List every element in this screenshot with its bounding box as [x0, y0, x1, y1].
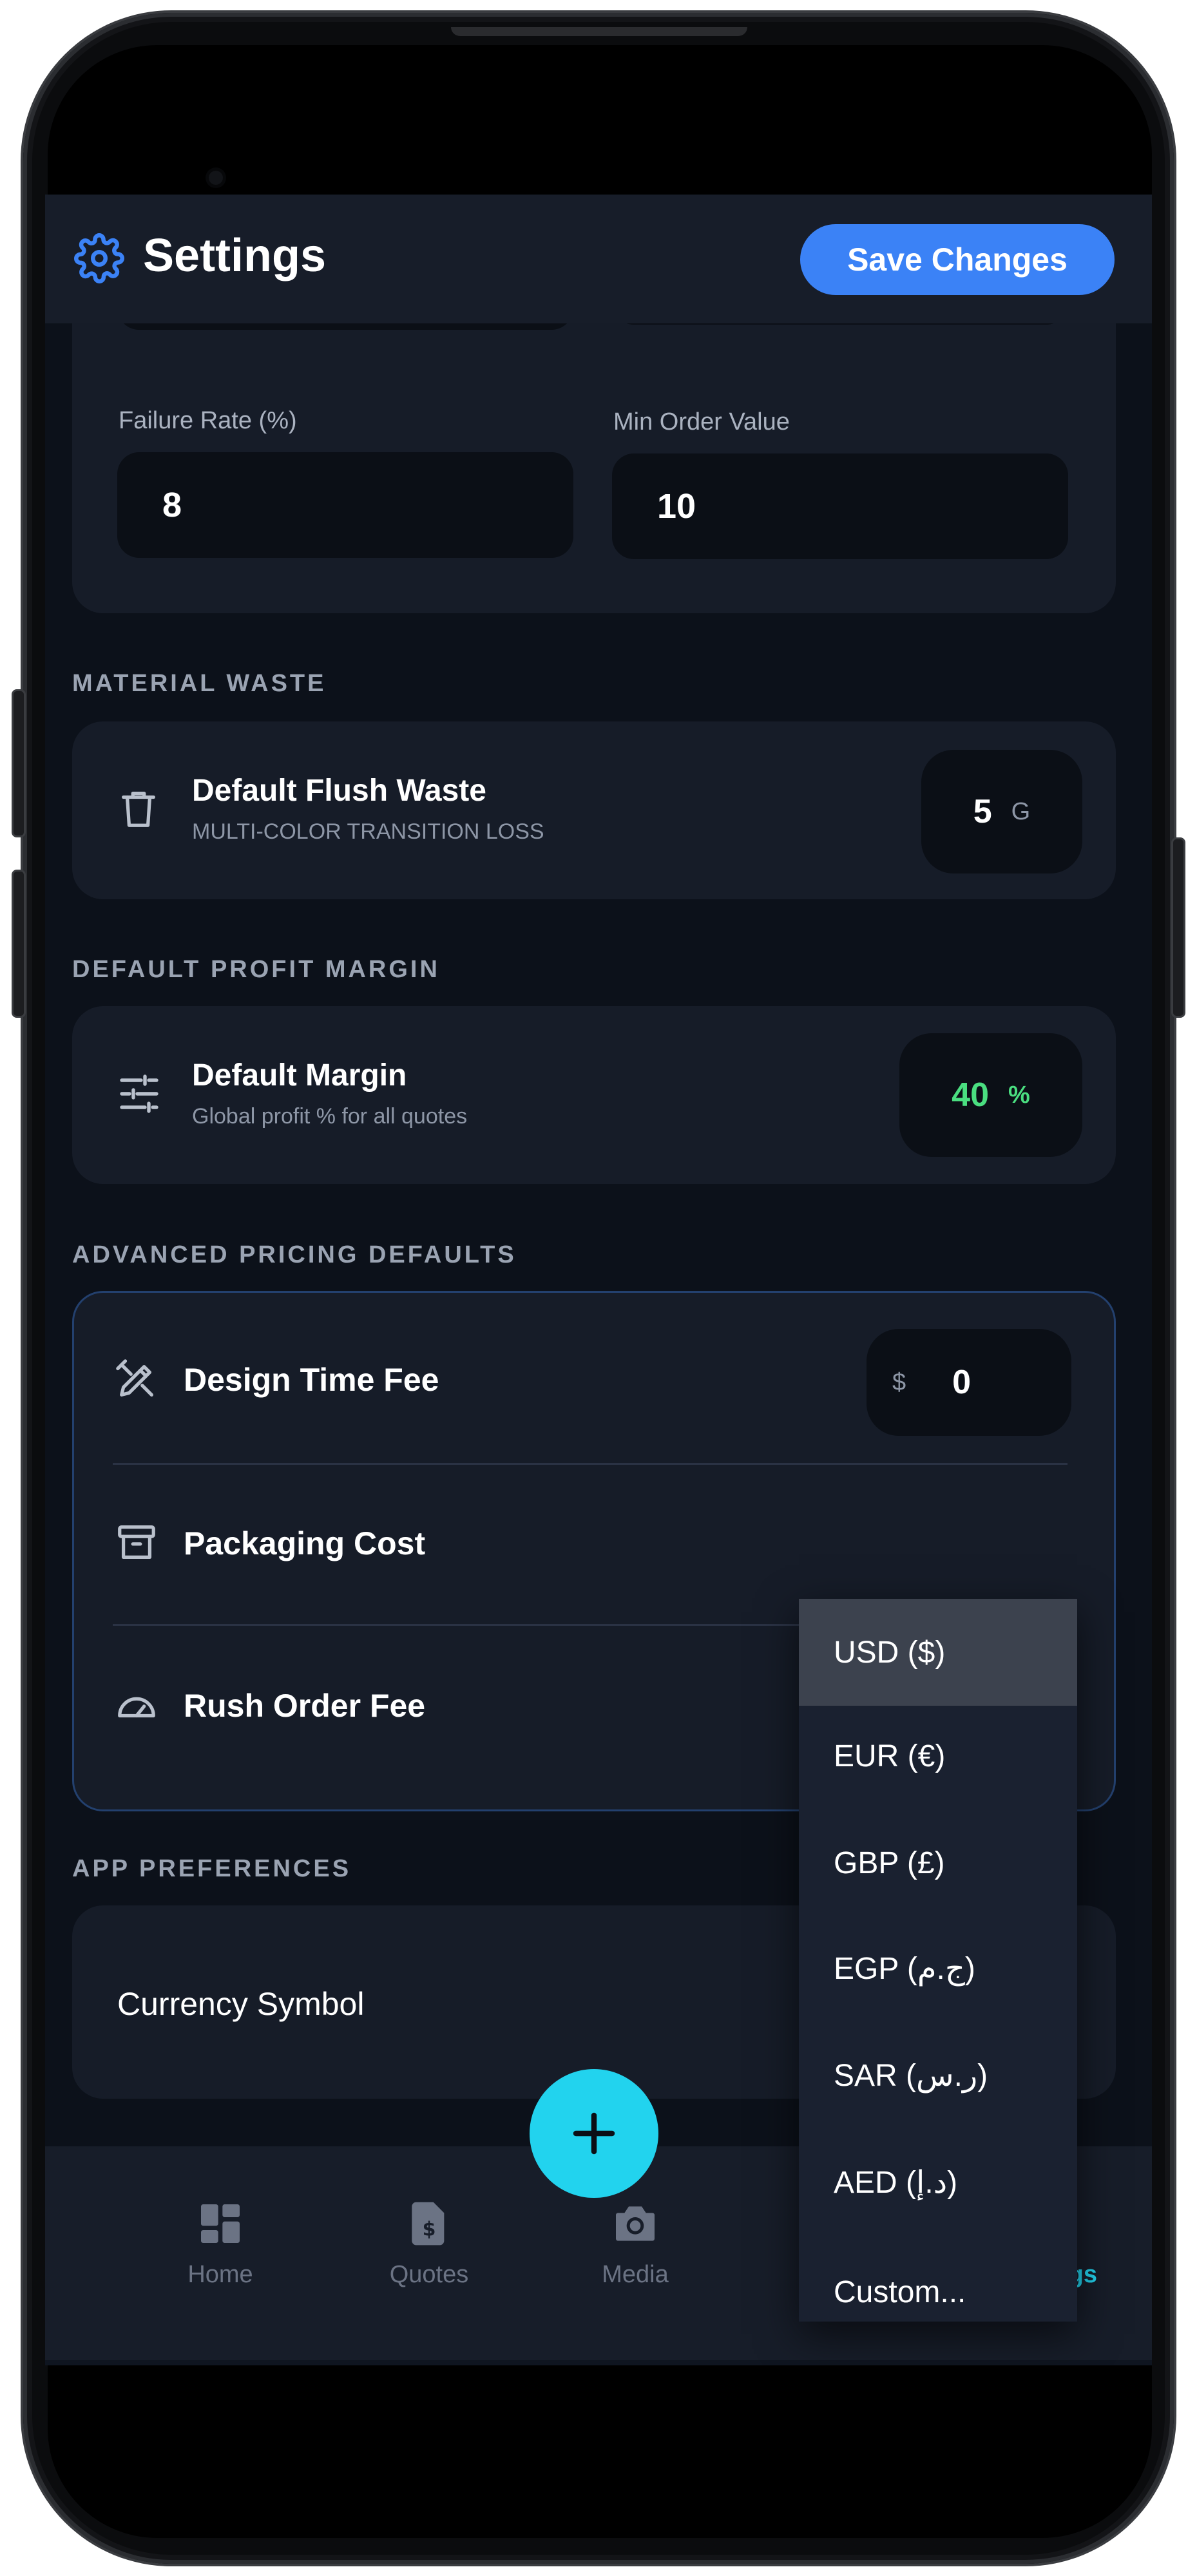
front-camera [209, 171, 223, 185]
failure-rate-label: Failure Rate (%) [119, 407, 297, 434]
design-fee-currency: $ [892, 1368, 906, 1396]
design-fee-value: 0 [952, 1364, 972, 1401]
default-margin-subtitle: Global profit % for all quotes [192, 1104, 468, 1129]
default-margin-input[interactable]: 40 % [899, 1033, 1082, 1157]
design-fee-label: Design Time Fee [184, 1362, 439, 1398]
flush-waste-unit: G [1011, 797, 1031, 825]
section-profit-margin: DEFAULT PROFIT MARGIN [72, 956, 440, 983]
failure-rate-input[interactable]: 8 [117, 452, 573, 558]
volume-down-button [12, 870, 26, 1018]
nav-bottom-edge [45, 2360, 1152, 2365]
section-material-waste: MATERIAL WASTE [72, 670, 327, 697]
min-order-input[interactable]: 10 [612, 453, 1068, 559]
add-fab-button[interactable] [530, 2069, 658, 2198]
app-header: Settings Save Changes [45, 195, 1152, 323]
currency-option-sar[interactable]: SAR (ر.س) [799, 2025, 1077, 2126]
currency-option-egp[interactable]: EGP (ج.م) [799, 1918, 1077, 2019]
flush-waste-subtitle: MULTI-COLOR TRANSITION LOSS [192, 819, 544, 844]
currency-option-eur[interactable]: EUR (€) [799, 1706, 1077, 1806]
currency-option-custom[interactable]: Custom... [799, 2242, 1077, 2342]
default-margin-value: 40 [952, 1076, 990, 1114]
speedometer-icon [114, 1682, 159, 1727]
section-app-preferences: APP PREFERENCES [72, 1855, 352, 1882]
currency-option-gbp[interactable]: GBP (£) [799, 1813, 1077, 1913]
power-button [1171, 837, 1185, 1018]
camera-icon [609, 2198, 661, 2249]
invoice-icon: $ [403, 2198, 455, 2249]
nav-home-label: Home [187, 2261, 253, 2288]
design-tools-icon [114, 1357, 159, 1402]
currency-option-usd[interactable]: USD ($) [799, 1599, 1077, 1706]
packaging-cost-label: Packaging Cost [184, 1525, 426, 1561]
divider [113, 1463, 1068, 1465]
dashboard-icon [195, 2198, 246, 2249]
flush-waste-input[interactable]: 5 G [921, 750, 1082, 873]
default-margin-title: Default Margin [192, 1058, 407, 1092]
plus-icon [567, 2106, 621, 2161]
volume-up-button [12, 689, 26, 837]
nav-media[interactable]: Media [551, 2198, 719, 2289]
flush-waste-value: 5 [973, 793, 992, 830]
archive-box-icon [114, 1520, 159, 1565]
section-advanced-pricing: ADVANCED PRICING DEFAULTS [72, 1241, 517, 1268]
speaker-grille [451, 27, 747, 36]
page-title: Settings [143, 230, 327, 281]
currency-option-aed[interactable]: AED (د.إ) [799, 2132, 1077, 2233]
nav-media-label: Media [602, 2261, 669, 2288]
rush-order-fee-label: Rush Order Fee [184, 1688, 426, 1724]
min-order-value: 10 [657, 487, 696, 526]
currency-dropdown-menu: USD ($) EUR (€) GBP (£) EGP (ج.م) SAR (ر… [799, 1599, 1077, 2322]
flush-waste-title: Default Flush Waste [192, 774, 486, 808]
svg-text:$: $ [423, 2218, 436, 2240]
min-order-label: Min Order Value [613, 408, 790, 435]
design-fee-input[interactable]: $ 0 [867, 1329, 1071, 1436]
sliders-icon [116, 1071, 162, 1117]
gear-icon [74, 233, 124, 283]
default-margin-unit: % [1008, 1081, 1030, 1109]
flush-waste-card: Default Flush Waste MULTI-COLOR TRANSITI… [72, 721, 1116, 899]
nav-quotes-label: Quotes [389, 2261, 469, 2288]
failure-rate-value: 8 [162, 486, 182, 524]
nav-quotes[interactable]: $ Quotes [345, 2198, 513, 2289]
nav-home[interactable]: Home [137, 2198, 304, 2289]
save-changes-button[interactable]: Save Changes [800, 224, 1115, 295]
default-margin-card: Default Margin Global profit % for all q… [72, 1006, 1116, 1184]
settings-app: Settings Save Changes 20 Failure Rate (%… [45, 195, 1152, 2365]
trash-icon [116, 786, 161, 831]
currency-symbol-label: Currency Symbol [117, 1986, 365, 2022]
